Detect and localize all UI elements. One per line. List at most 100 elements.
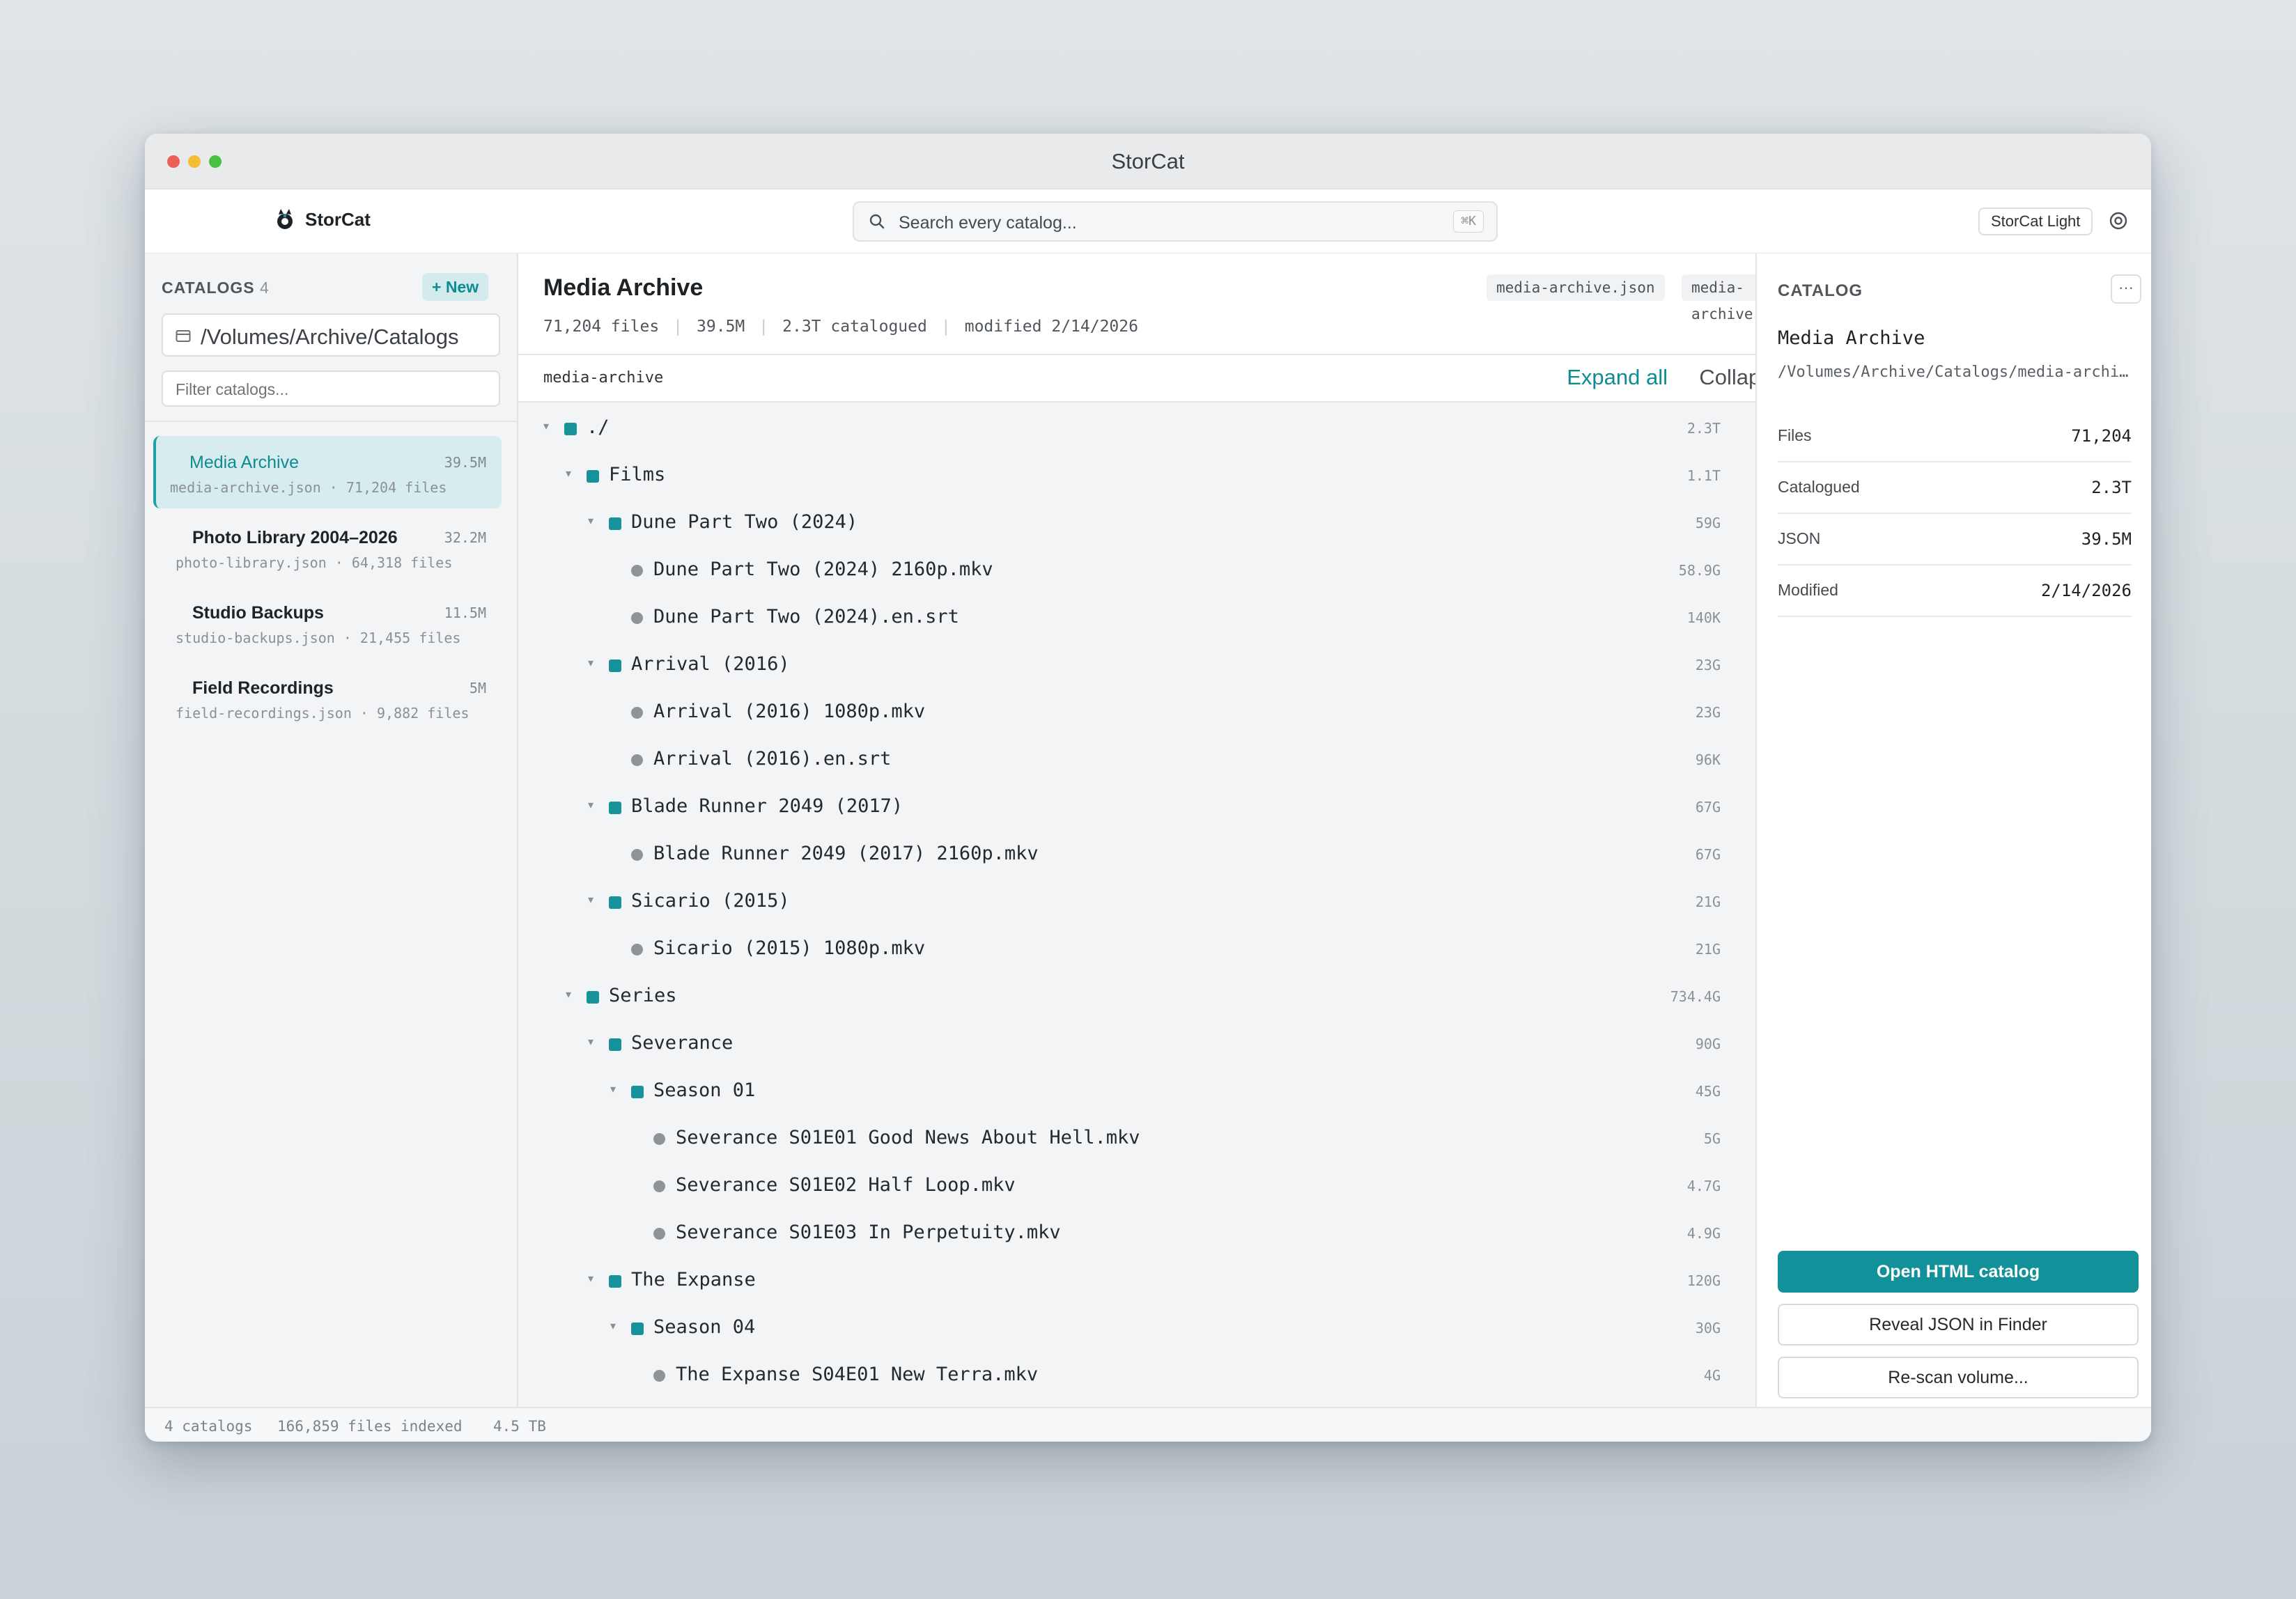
- catalog-item-photo-library[interactable]: Photo Library 2004–2026 32.2M photo-libr…: [153, 511, 502, 584]
- prop-value: 39.5M: [2081, 529, 2132, 549]
- settings-icon[interactable]: [2108, 210, 2129, 231]
- tree-item-size: 30G: [1695, 1320, 1721, 1336]
- expand-toggle-icon[interactable]: ▾: [543, 419, 549, 433]
- stat-json-size: 39.5M: [697, 318, 745, 336]
- catalog-item-size: 39.5M: [444, 454, 486, 471]
- file-marker-icon: [631, 849, 643, 861]
- file-marker-icon: [631, 707, 643, 719]
- tree-folder-row[interactable]: ▾ Films 1.1T: [518, 451, 1755, 499]
- tree-item-name: Sicario (2015) 1080p.mkv: [653, 937, 926, 959]
- catalog-item-studio-backups[interactable]: Studio Backups 11.5M studio-backups.json…: [153, 586, 502, 659]
- tree-file-row[interactable]: Arrival (2016).en.srt 96K: [518, 735, 1755, 783]
- tree-folder-row[interactable]: ▾ Season 01 45G: [518, 1067, 1755, 1114]
- folder-marker-icon: [609, 517, 621, 530]
- tree-item-name: Season 04: [653, 1316, 756, 1338]
- prop-label: Files: [1778, 426, 1812, 444]
- stat-files: 71,204 files: [543, 318, 660, 336]
- theme-button[interactable]: StorCat Light: [1978, 208, 2093, 235]
- tree-folder-row[interactable]: ▾ Severance 90G: [518, 1020, 1755, 1067]
- catalog-item-meta: studio-backups.json · 21,455 files: [176, 630, 461, 646]
- catalog-main: Media Archive media-archive.json media-a…: [518, 254, 1807, 1407]
- tree-folder-row[interactable]: ▾ Arrival (2016) 23G: [518, 641, 1755, 688]
- catalog-folder-picker[interactable]: /Volumes/Archive/Catalogs: [162, 313, 500, 357]
- expand-toggle-icon[interactable]: ▾: [588, 893, 594, 907]
- tree-file-row[interactable]: Sicario (2015) 1080p.mkv 21G: [518, 925, 1755, 972]
- new-catalog-button[interactable]: + New: [422, 273, 489, 301]
- tree-item-name: Arrival (2016).en.srt: [653, 748, 892, 770]
- tree-file-row[interactable]: Arrival (2016) 1080p.mkv 23G: [518, 688, 1755, 735]
- expand-toggle-icon[interactable]: ▾: [610, 1082, 616, 1096]
- file-marker-icon: [653, 1180, 665, 1192]
- stat-catalogued: 2.3T catalogued: [782, 318, 927, 336]
- tree-file-row[interactable]: Blade Runner 2049 (2017) 2160p.mkv 67G: [518, 830, 1755, 878]
- tree-item-name: Films: [609, 464, 666, 485]
- tree-file-row[interactable]: Dune Part Two (2024) 2160p.mkv 58.9G: [518, 546, 1755, 593]
- reveal-json-button[interactable]: Reveal JSON in Finder: [1778, 1304, 2139, 1346]
- expand-toggle-icon[interactable]: ▾: [610, 1319, 616, 1333]
- tree-file-row[interactable]: Severance S01E02 Half Loop.mkv 4.7G: [518, 1162, 1755, 1209]
- expand-toggle-icon[interactable]: ▾: [566, 467, 571, 481]
- tree-item-size: 21G: [1695, 894, 1721, 910]
- expand-toggle-icon[interactable]: ▾: [588, 1272, 594, 1286]
- tree-item-name: ./: [587, 416, 610, 438]
- status-bar: 4 catalogs 166,859 files indexed 4.5 TB: [145, 1407, 2151, 1442]
- catalog-item-media-archive[interactable]: Media Archive 39.5M media-archive.json ·…: [153, 436, 502, 508]
- folder-marker-icon: [564, 423, 577, 435]
- prop-value: 2/14/2026: [2040, 581, 2132, 600]
- expand-toggle-icon[interactable]: ▾: [588, 656, 594, 670]
- catalog-item-meta: media-archive.json · 71,204 files: [170, 479, 447, 496]
- file-marker-icon: [631, 944, 643, 956]
- tree-item-size: 734.4G: [1670, 988, 1721, 1005]
- prop-value: 2.3T: [2091, 478, 2132, 497]
- toolbar: StorCat Search every catalog... ⌘K StorC…: [145, 189, 2151, 254]
- catalog-item-name: Photo Library 2004–2026: [192, 528, 398, 547]
- expand-toggle-icon[interactable]: ▾: [588, 798, 594, 812]
- tree-folder-row[interactable]: ▾ The Expanse 120G: [518, 1256, 1755, 1304]
- tree-folder-row[interactable]: ▾ Blade Runner 2049 (2017) 67G: [518, 783, 1755, 830]
- tree-item-size: 21G: [1695, 941, 1721, 958]
- global-search[interactable]: Search every catalog... ⌘K: [853, 201, 1498, 242]
- storcat-logo-icon: [277, 209, 293, 229]
- title-bar: StorCat: [145, 134, 2151, 189]
- tree-item-size: 4.9G: [1686, 1225, 1721, 1242]
- tree-file-row[interactable]: Severance S01E01 Good News About Hell.mk…: [518, 1114, 1755, 1162]
- json-file-chip[interactable]: media-archive.json: [1487, 274, 1665, 301]
- tree-folder-row[interactable]: ▾ Series 734.4G: [518, 972, 1755, 1020]
- tree-folder-row[interactable]: ▾ ./ 2.3T: [518, 404, 1755, 451]
- prop-catalogued: Catalogued 2.3T: [1778, 462, 2132, 514]
- tree-item-size: 67G: [1695, 799, 1721, 816]
- tree-folder-row[interactable]: ▾ Dune Part Two (2024) 59G: [518, 499, 1755, 546]
- tree-file-row[interactable]: Dune Part Two (2024).en.srt 140K: [518, 593, 1755, 641]
- status-total-size: 4.5 TB: [493, 1418, 546, 1435]
- tree-item-name: Severance S01E03 In Perpetuity.mkv: [676, 1222, 1061, 1243]
- brand-name: StorCat: [305, 208, 371, 230]
- more-options-button[interactable]: ···: [2111, 274, 2141, 304]
- tree-item-name: Blade Runner 2049 (2017): [631, 795, 903, 817]
- tree-item-name: The Expanse: [631, 1269, 756, 1290]
- tree-item-size: 45G: [1695, 1083, 1721, 1100]
- search-input[interactable]: Search every catalog...: [899, 213, 1077, 233]
- sidebar-divider: [145, 421, 517, 422]
- tree-folder-row[interactable]: ▾ Sicario (2015) 21G: [518, 878, 1755, 925]
- expand-toggle-icon[interactable]: ▾: [588, 514, 594, 528]
- expand-toggle-icon[interactable]: ▾: [588, 1035, 594, 1049]
- rescan-volume-button[interactable]: Re-scan volume...: [1778, 1357, 2139, 1398]
- expand-toggle-icon[interactable]: ▾: [566, 988, 571, 1001]
- tree-item-size: 59G: [1695, 515, 1721, 531]
- tree-item-size: 23G: [1695, 657, 1721, 673]
- tree-folder-row[interactable]: ▾ Season 04 30G: [518, 1304, 1755, 1351]
- filter-catalogs-input[interactable]: Filter catalogs...: [162, 370, 500, 407]
- file-tree: ▾ ./ 2.3T ▾ Films 1.1T ▾ Dune Part Two (2024) 59…: [518, 404, 1755, 1407]
- tree-file-row[interactable]: The Expanse S04E01 New Terra.mkv 4G: [518, 1351, 1755, 1398]
- tree-item-size: 5G: [1703, 1130, 1721, 1147]
- search-shortcut-hint: ⌘K: [1453, 210, 1484, 233]
- stat-separator: |: [759, 318, 769, 336]
- catalog-item-field-recordings[interactable]: Field Recordings 5M field-recordings.jso…: [153, 662, 502, 734]
- tree-file-row[interactable]: Severance S01E03 In Perpetuity.mkv 4.9G: [518, 1209, 1755, 1256]
- open-html-catalog-button[interactable]: Open HTML catalog: [1778, 1251, 2139, 1293]
- catalog-item-name: Field Recordings: [192, 678, 334, 698]
- tree-root-label: media-archive: [543, 369, 664, 387]
- app-window: StorCat StorCat Search every catalog... …: [145, 134, 2151, 1442]
- prop-files: Files 71,204: [1778, 411, 2132, 462]
- expand-all-button[interactable]: Expand all: [1567, 365, 1668, 390]
